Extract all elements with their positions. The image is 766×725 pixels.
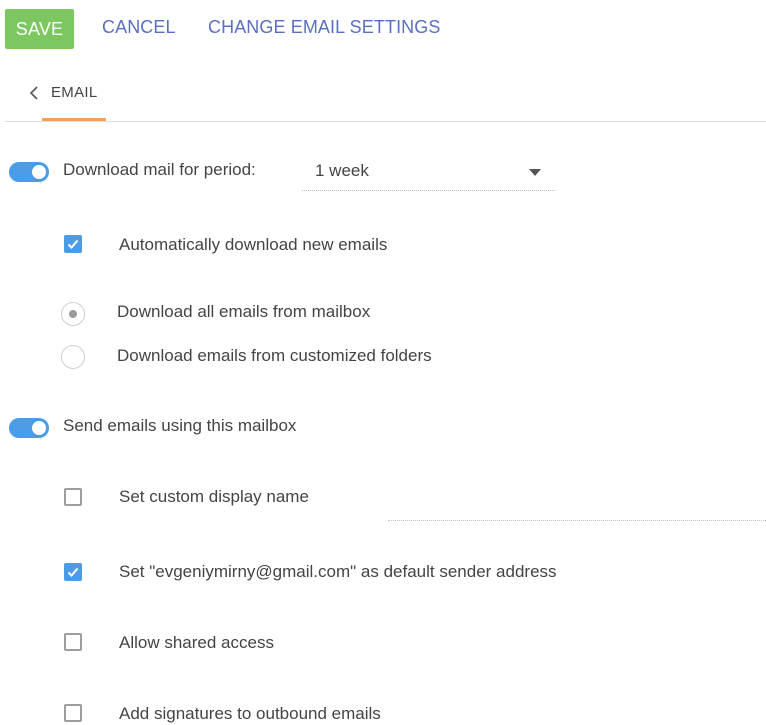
custom-display-name-label: Set custom display name xyxy=(119,487,309,506)
download-period-select[interactable]: 1 week xyxy=(302,156,555,191)
signatures-label: Add signatures to outbound emails xyxy=(119,704,381,723)
download-mail-toggle[interactable] xyxy=(9,162,49,182)
auto-download-label: Automatically download new emails xyxy=(119,235,388,254)
toggle-knob xyxy=(32,421,46,435)
signatures-checkbox[interactable] xyxy=(64,704,82,722)
radio-download-all[interactable] xyxy=(61,302,85,326)
chevron-left-icon[interactable] xyxy=(28,84,40,102)
radio-download-custom-folders[interactable] xyxy=(61,345,85,369)
radio-selected-dot xyxy=(69,310,77,318)
caret-down-icon xyxy=(529,169,541,176)
display-name-input[interactable] xyxy=(388,486,766,521)
download-all-label: Download all emails from mailbox xyxy=(117,302,371,321)
send-emails-label: Send emails using this mailbox xyxy=(63,416,297,435)
checkmark-icon xyxy=(67,239,79,249)
tab-divider xyxy=(5,121,766,122)
cancel-button[interactable]: CANCEL xyxy=(102,17,176,38)
tab-email[interactable]: EMAIL xyxy=(51,84,98,101)
save-button[interactable]: SAVE xyxy=(5,9,74,49)
auto-download-checkbox[interactable] xyxy=(64,235,82,253)
download-mail-label: Download mail for period: xyxy=(63,160,256,179)
shared-access-checkbox[interactable] xyxy=(64,633,82,651)
download-period-value: 1 week xyxy=(315,161,369,180)
default-sender-checkbox[interactable] xyxy=(64,563,82,581)
change-email-settings-button[interactable]: CHANGE EMAIL SETTINGS xyxy=(208,17,440,38)
checkmark-icon xyxy=(67,567,79,577)
toggle-knob xyxy=(32,165,46,179)
custom-display-name-checkbox[interactable] xyxy=(64,488,82,506)
download-custom-folders-label: Download emails from customized folders xyxy=(117,346,432,365)
shared-access-label: Allow shared access xyxy=(119,633,274,652)
default-sender-label: Set "evgeniymirny@gmail.com" as default … xyxy=(119,562,557,581)
send-emails-toggle[interactable] xyxy=(9,418,49,438)
